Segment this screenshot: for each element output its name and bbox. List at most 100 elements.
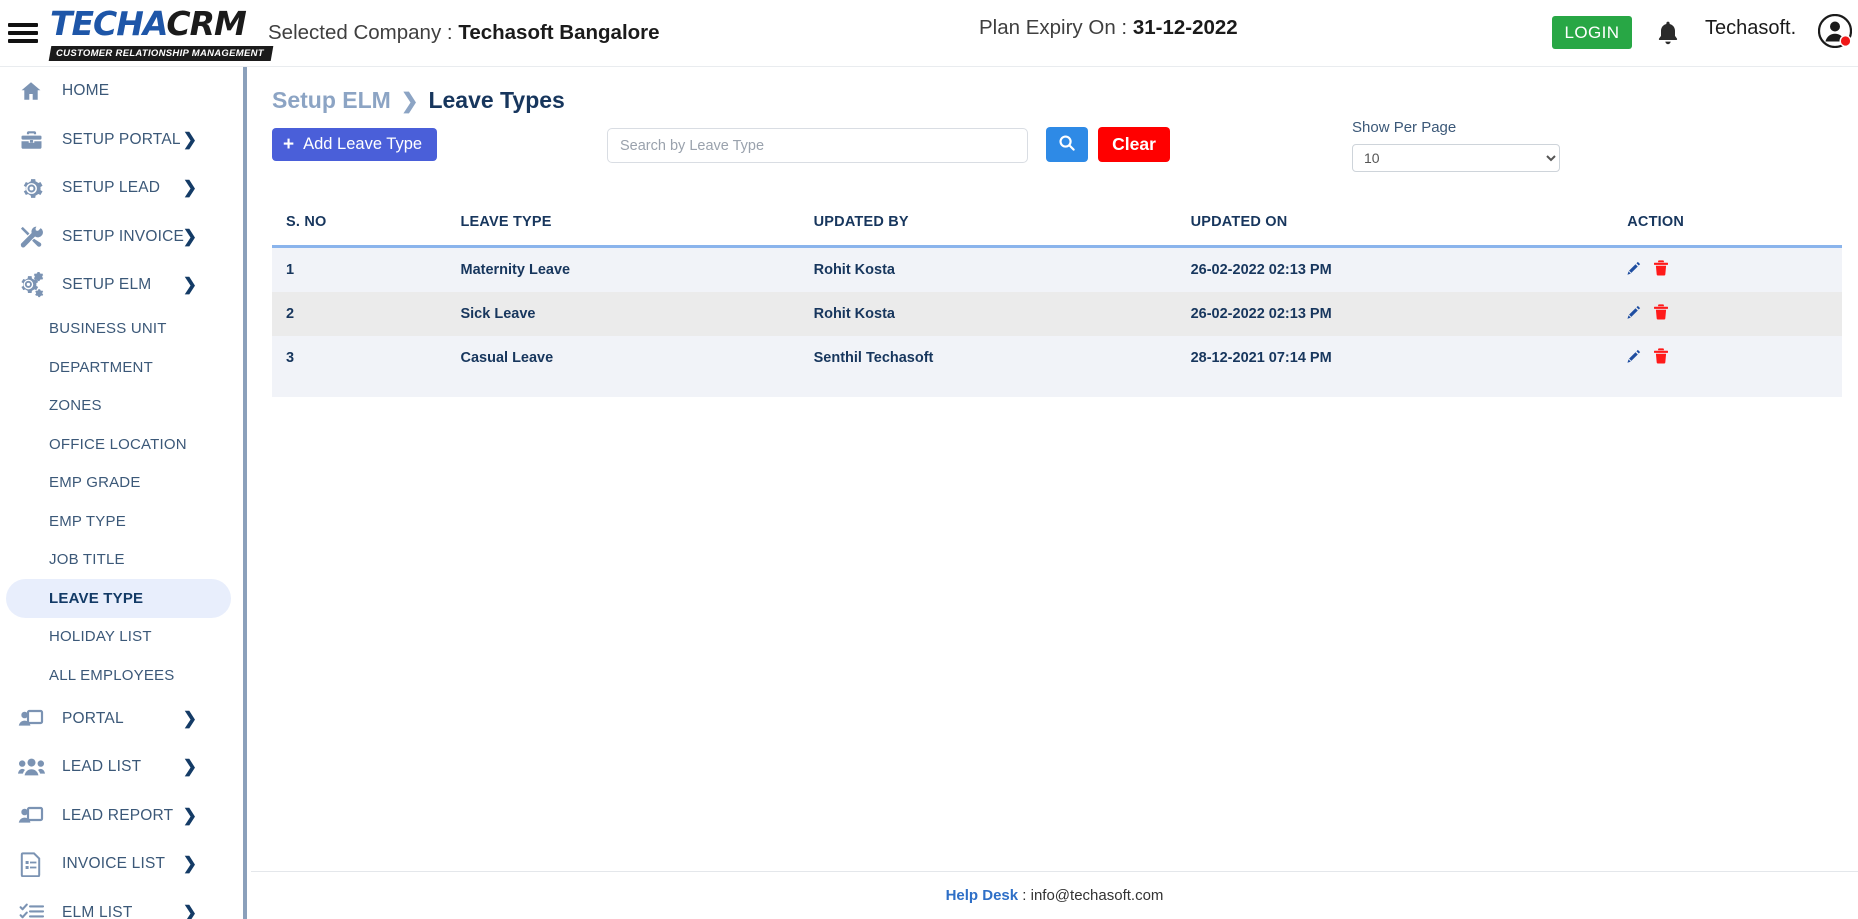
search-input[interactable] <box>607 128 1028 163</box>
sidebar-item-label: SETUP LEAD <box>62 179 161 197</box>
edit-row-button[interactable] <box>1627 349 1642 368</box>
chevron-right-icon[interactable]: ❯ <box>183 130 197 150</box>
toolbox-icon <box>14 126 48 154</box>
logo-text-primary: TECHA <box>50 4 167 43</box>
show-per-page-select[interactable]: 102550100 <box>1352 144 1560 172</box>
delete-row-button[interactable] <box>1654 260 1669 280</box>
column-header-updated-by: UPDATED BY <box>813 208 1191 248</box>
sidebar-subitem-emp-grade[interactable]: EMP GRADE <box>6 464 231 503</box>
help-desk-email[interactable]: info@techasoft.com <box>1031 887 1164 904</box>
hamburger-menu-icon[interactable] <box>6 20 40 46</box>
sidebar-subitem-zones[interactable]: ZONES <box>6 387 231 426</box>
sidebar-subitem-label: ALL EMPLOYEES <box>49 666 175 684</box>
cell-sno: 1 <box>286 262 295 278</box>
sidebar-item-setup-invoice[interactable]: SETUP INVOICE ❯ <box>0 213 243 262</box>
clear-button[interactable]: Clear <box>1098 127 1170 162</box>
column-header-updated-on: UPDATED ON <box>1190 208 1628 248</box>
chevron-right-icon[interactable]: ❯ <box>183 178 197 198</box>
cell-sno: 2 <box>286 306 295 322</box>
edit-row-button[interactable] <box>1627 305 1642 324</box>
page-title: Leave Types <box>428 87 565 113</box>
search-button[interactable] <box>1046 127 1088 162</box>
chevron-right-icon[interactable]: ❯ <box>183 854 197 874</box>
trash-icon <box>1654 304 1669 324</box>
sidebar-item-label: LEAD LIST <box>62 758 142 776</box>
sidebar-subitem-leave-type[interactable]: LEAVE TYPE <box>6 579 231 618</box>
sidebar-subitem-label: EMP GRADE <box>49 474 141 492</box>
login-button[interactable]: LOGIN <box>1552 16 1632 49</box>
person-screen-icon <box>14 705 48 733</box>
breadcrumb-parent[interactable]: Setup ELM <box>272 87 391 114</box>
sidebar-item-label: PORTAL <box>62 709 124 727</box>
chevron-right-icon[interactable]: ❯ <box>183 903 197 919</box>
cell-updated-by: Senthil Techasoft <box>813 350 934 366</box>
sidebar-item-home[interactable]: HOME <box>0 67 243 116</box>
sidebar-subitem-label: EMP TYPE <box>49 512 126 530</box>
selected-company-value: Techasoft Bangalore <box>458 21 660 44</box>
plan-expiry-value: 31-12-2022 <box>1132 16 1238 39</box>
delete-row-button[interactable] <box>1654 304 1669 324</box>
cell-leave-type: Casual Leave <box>460 350 554 366</box>
gear-icon <box>14 174 48 202</box>
table-header: S. NO LEAVE TYPE UPDATED BY UPDATED ON A… <box>272 208 1842 248</box>
trash-icon <box>1654 348 1669 368</box>
sidebar-subitem-department[interactable]: DEPARTMENT <box>6 348 231 387</box>
chevron-right-icon[interactable]: ❯ <box>183 275 197 295</box>
plus-icon: + <box>283 134 295 155</box>
edit-row-button[interactable] <box>1627 261 1642 280</box>
logo-tagline: CUSTOMER RELATIONSHIP MANAGEMENT <box>48 46 274 61</box>
logo-text: TECHACRM <box>50 4 247 43</box>
notification-bell-icon[interactable] <box>1654 18 1682 48</box>
table-header-row: S. NO LEAVE TYPE UPDATED BY UPDATED ON A… <box>272 208 1842 248</box>
help-desk-separator: : <box>1018 887 1031 904</box>
chevron-right-icon[interactable]: ❯ <box>183 227 197 247</box>
sidebar-item-label: LEAD REPORT <box>62 806 174 824</box>
table-row: 3 Casual Leave Senthil Techasoft 28-12-2021… <box>272 336 1842 380</box>
sidebar-item-lead-list[interactable]: LEAD LIST ❯ <box>0 743 243 792</box>
add-leave-type-button[interactable]: + Add Leave Type <box>272 128 438 161</box>
breadcrumb: Setup ELM ❯ Leave Types <box>272 87 1858 114</box>
sidebar-item-invoice-list[interactable]: INVOICE LIST ❯ <box>0 840 243 889</box>
sidebar-subitem-job-title[interactable]: JOB TITLE <box>6 541 231 580</box>
page-footer: Help Desk : info@techasoft.com <box>251 871 1858 919</box>
sidebar-item-setup-elm[interactable]: SETUP ELM ❯ <box>0 261 243 310</box>
leave-types-table-wrapper: S. NO LEAVE TYPE UPDATED BY UPDATED ON A… <box>272 208 1842 380</box>
sidebar-subitem-emp-type[interactable]: EMP TYPE <box>6 502 231 541</box>
chevron-right-icon[interactable]: ❯ <box>183 709 197 729</box>
cell-updated-on: 26-02-2022 02:13 PM <box>1190 262 1332 278</box>
sidebar-item-label: SETUP PORTAL <box>62 130 181 148</box>
table-row: 1 Maternity Leave Rohit Kosta 26-02-2022 02… <box>272 246 1842 292</box>
chevron-right-icon[interactable]: ❯ <box>183 806 197 826</box>
add-leave-type-label: Add Leave Type <box>303 135 423 153</box>
sidebar-subitem-label: BUSINESS UNIT <box>49 320 167 338</box>
pencil-icon <box>1627 349 1642 368</box>
sidebar-item-setup-portal[interactable]: SETUP PORTAL ❯ <box>0 116 243 165</box>
avatar[interactable] <box>1817 13 1853 49</box>
sidebar-subitem-label: HOLIDAY LIST <box>49 628 152 646</box>
home-icon <box>14 77 48 105</box>
user-name: Techasoft. <box>1705 17 1797 39</box>
sidebar-subitem-holiday-list[interactable]: HOLIDAY LIST <box>6 618 231 657</box>
cell-updated-by: Rohit Kosta <box>813 306 895 322</box>
cell-sno: 3 <box>286 350 295 366</box>
checklist-icon <box>14 899 48 919</box>
plan-expiry: Plan Expiry On : 31-12-2022 <box>979 16 1238 40</box>
pencil-icon <box>1627 305 1642 324</box>
trash-icon <box>1654 260 1669 280</box>
sidebar-subitem-all-employees[interactable]: ALL EMPLOYEES <box>6 656 231 695</box>
main-content: Setup ELM ❯ Leave Types + Add Leave Type… <box>251 67 1858 919</box>
sidebar: HOME SETUP PORTAL ❯ SETUP LEAD ❯ SETUP I… <box>0 67 247 919</box>
delete-row-button[interactable] <box>1654 348 1669 368</box>
sidebar-item-lead-report[interactable]: LEAD REPORT ❯ <box>0 792 243 841</box>
sidebar-item-elm-list[interactable]: ELM LIST ❯ <box>0 889 243 919</box>
sidebar-item-label: ELM LIST <box>62 903 133 919</box>
sidebar-subitem-business-unit[interactable]: BUSINESS UNIT <box>6 310 231 349</box>
sidebar-item-portal[interactable]: PORTAL ❯ <box>0 695 243 744</box>
sidebar-subitem-office-location[interactable]: OFFICE LOCATION <box>6 425 231 464</box>
cell-updated-on: 28-12-2021 07:14 PM <box>1190 350 1332 366</box>
table-bottom-bar <box>272 380 1842 397</box>
column-header-action: ACTION <box>1627 208 1842 248</box>
sidebar-item-setup-lead[interactable]: SETUP LEAD ❯ <box>0 164 243 213</box>
chevron-right-icon[interactable]: ❯ <box>183 757 197 777</box>
show-per-page-label: Show Per Page <box>1352 119 1457 136</box>
